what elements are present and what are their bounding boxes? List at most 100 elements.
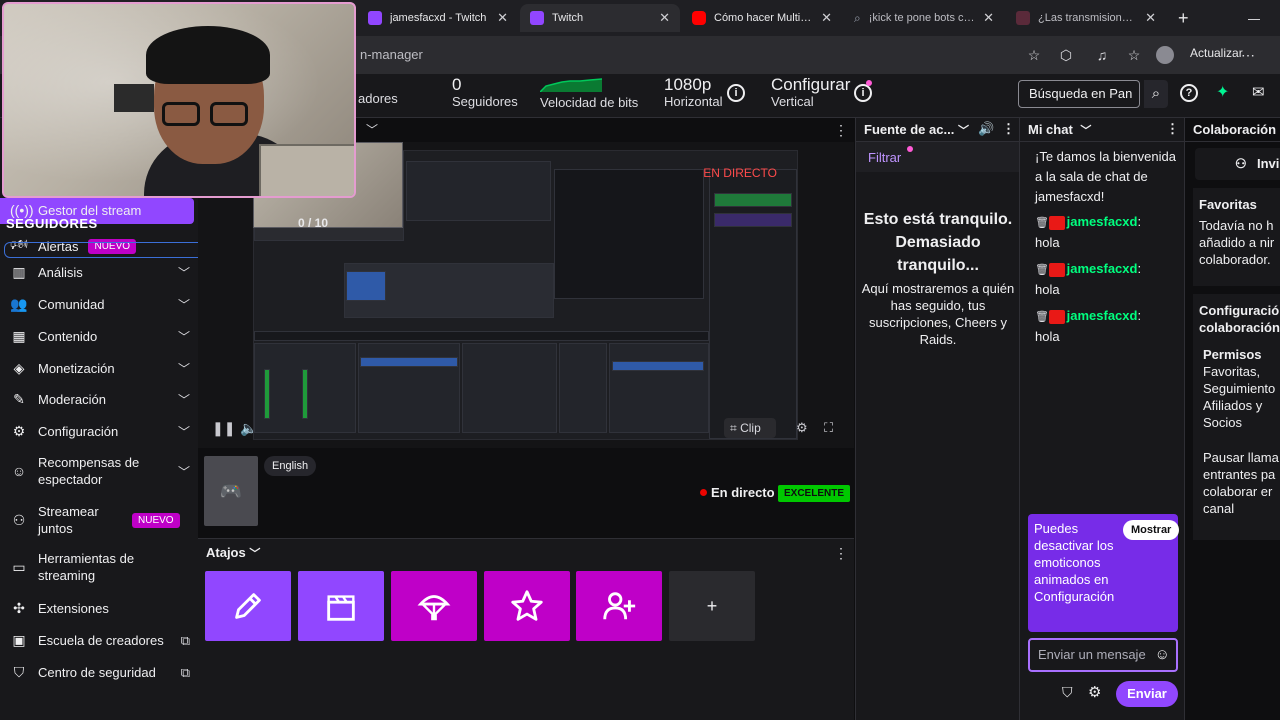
tab-title: jamesfacxd - Twitch bbox=[390, 12, 487, 24]
inbox-icon[interactable]: ✉ bbox=[1252, 83, 1265, 101]
browser-tab-3[interactable]: Cómo hacer MultiStrea ✕ bbox=[682, 4, 842, 32]
sidebar-item-monetization[interactable]: ◈ Monetización ﹀ bbox=[10, 360, 190, 377]
search-icon[interactable]: ⌕ bbox=[1144, 80, 1168, 108]
sidebar-item-streaming-tools[interactable]: ▭ Herramientas de streaming bbox=[10, 550, 190, 584]
new-tab-button[interactable]: + bbox=[1168, 4, 1194, 32]
gear-icon[interactable]: ⚙ bbox=[1088, 683, 1101, 701]
info-icon[interactable]: i bbox=[854, 84, 872, 102]
language-tag[interactable]: English bbox=[264, 456, 317, 476]
chevron-down-icon[interactable]: ﹀ bbox=[366, 121, 378, 138]
browser-tab-5[interactable]: ¿Las transmisiones de M ✕ bbox=[1006, 4, 1166, 32]
pause-icon[interactable]: ❚❚ bbox=[212, 420, 235, 437]
minimize-icon[interactable]: — bbox=[1238, 4, 1260, 32]
live-dot bbox=[700, 489, 707, 496]
more-vertical-icon[interactable]: ⋮ bbox=[1166, 121, 1179, 137]
browser-tab-4[interactable]: ⌕ ¡kick te pone bots cuan ✕ bbox=[844, 4, 1004, 32]
send-button[interactable]: Enviar bbox=[1116, 681, 1178, 707]
invite-label: Invi bbox=[1257, 156, 1280, 171]
more-vertical-icon[interactable]: ⋮ bbox=[834, 545, 848, 562]
chat-username[interactable]: jamesfacxd bbox=[1067, 261, 1138, 276]
chevron-down-icon[interactable]: ﹀ bbox=[1080, 125, 1091, 137]
sidebar-item-community[interactable]: 👥 Comunidad ﹀ bbox=[10, 296, 190, 313]
media-icon[interactable]: ♫ bbox=[1092, 45, 1112, 65]
fullscreen-icon[interactable]: ⛶ bbox=[824, 420, 833, 436]
chevron-down-icon[interactable]: ﹀ bbox=[958, 122, 969, 138]
sidebar-item-label: Recompensas de espectador bbox=[38, 455, 140, 487]
settings-icon[interactable]: ⚙ bbox=[796, 420, 808, 436]
volume-icon[interactable]: 🔊 bbox=[978, 121, 994, 137]
webcam-overlay bbox=[2, 2, 356, 198]
shield-icon: ⛉ bbox=[13, 664, 25, 680]
twitch-icon bbox=[530, 11, 544, 25]
sidebar-item-viewer-rewards[interactable]: ☺ Recompensas de espectador ﹀ bbox=[10, 454, 190, 488]
show-button[interactable]: Mostrar bbox=[1123, 520, 1180, 540]
url-field[interactable]: n-manager bbox=[360, 42, 1060, 68]
tab-title: ¡kick te pone bots cuan bbox=[868, 12, 976, 24]
obs-live-label: EN DIRECTO bbox=[703, 166, 777, 180]
chevron-down-icon: ﹀ bbox=[177, 330, 190, 344]
sidebar-item-analytics[interactable]: ▥ Análisis ﹀ bbox=[10, 264, 190, 281]
delete-icon[interactable]: 🗑 bbox=[1035, 213, 1049, 233]
star-icon[interactable]: ☆ bbox=[1024, 45, 1044, 65]
close-icon[interactable]: ✕ bbox=[497, 10, 508, 26]
favorites-icon[interactable]: ☆ bbox=[1124, 45, 1144, 65]
search-input[interactable]: Búsqueda en Pan bbox=[1018, 80, 1140, 108]
quick-actions-title[interactable]: Atajos ﹀ bbox=[206, 545, 260, 561]
vertical-config-stat[interactable]: Configurar Vertical bbox=[771, 76, 850, 108]
sidebar-item-moderation[interactable]: ✎ Moderación ﹀ bbox=[10, 391, 190, 408]
resolution-value: 1080p bbox=[664, 75, 712, 94]
wall-frame bbox=[114, 84, 154, 112]
sidebar-item-creator-camp[interactable]: ▣ Escuela de creadores ⧉ bbox=[10, 632, 190, 649]
clip-shortcut-button[interactable] bbox=[298, 571, 384, 641]
emote-picker-icon[interactable]: ☺ bbox=[1155, 646, 1170, 663]
highlight-shortcut-button[interactable] bbox=[484, 571, 570, 641]
chat-header: Mi chat ﹀ ⋮ bbox=[1020, 118, 1184, 142]
favorites-card: Favoritas Todavía no h añadido a nir col… bbox=[1193, 188, 1280, 286]
sidebar-item-stream-together[interactable]: ⚇ Streamear juntos NUEVO bbox=[10, 503, 190, 537]
clip-button[interactable]: ⌗ Clip bbox=[724, 418, 776, 438]
sidebar-item-content[interactable]: ▦ Contenido ﹀ bbox=[10, 328, 190, 345]
sidebar-item-settings[interactable]: ⚙ Configuración ﹀ bbox=[10, 423, 190, 440]
stream-info: 🎮 English En directo EXCELENTE bbox=[198, 448, 854, 534]
volume-icon[interactable]: 🔈 bbox=[240, 420, 257, 437]
followers-stat[interactable]: 0 Seguidores bbox=[452, 76, 518, 108]
shield-icon[interactable]: ⛉ bbox=[1062, 684, 1073, 701]
add-shortcut-button[interactable]: + bbox=[669, 571, 755, 641]
chat-input[interactable]: Enviar un mensaje ☺ bbox=[1028, 638, 1178, 672]
ad-shortcut-button[interactable] bbox=[391, 571, 477, 641]
category-thumbnail[interactable]: 🎮 bbox=[204, 456, 258, 526]
permissions-title: Permisos bbox=[1203, 347, 1262, 362]
raid-shortcut-button[interactable] bbox=[576, 571, 662, 641]
info-icon[interactable]: i bbox=[727, 84, 745, 102]
close-icon[interactable]: ✕ bbox=[983, 10, 994, 26]
sidebar-item-label: Streamear juntos bbox=[38, 504, 99, 536]
resolution-stat[interactable]: 1080p Horizontal bbox=[664, 76, 723, 108]
close-icon[interactable]: ✕ bbox=[659, 10, 670, 26]
more-icon[interactable]: ⋯ bbox=[1238, 45, 1258, 65]
more-vertical-icon[interactable]: ⋮ bbox=[834, 122, 848, 139]
bitrate-graph bbox=[539, 78, 603, 93]
rewards-icon: ☺ bbox=[11, 463, 27, 479]
more-vertical-icon[interactable]: ⋮ bbox=[1002, 121, 1015, 137]
delete-icon[interactable]: 🗑 bbox=[1035, 260, 1049, 280]
edit-stream-info-button[interactable] bbox=[205, 571, 291, 641]
page-icon bbox=[1016, 11, 1030, 25]
invite-button[interactable]: ⚇ Invi bbox=[1195, 148, 1280, 180]
profile-avatar[interactable] bbox=[1156, 46, 1174, 64]
delete-icon[interactable]: 🗑 bbox=[1035, 307, 1049, 327]
sidebar-item-extensions[interactable]: ✣ Extensiones bbox=[10, 600, 190, 617]
bitrate-stat[interactable]: Velocidad de bits bbox=[539, 76, 638, 109]
filter-button[interactable]: Filtrar bbox=[868, 150, 901, 165]
browser-tab-2[interactable]: Twitch ✕ bbox=[520, 4, 680, 32]
help-icon[interactable]: ? bbox=[1180, 84, 1198, 102]
chat-username[interactable]: jamesfacxd bbox=[1067, 214, 1138, 229]
broadcaster-badge-icon bbox=[1048, 262, 1065, 277]
close-icon[interactable]: ✕ bbox=[1145, 10, 1156, 26]
chat-username[interactable]: jamesfacxd bbox=[1067, 308, 1138, 323]
extension-icon[interactable]: ⬡ bbox=[1056, 45, 1076, 65]
close-icon[interactable]: ✕ bbox=[821, 10, 832, 26]
browser-tab-1[interactable]: jamesfacxd - Twitch ✕ bbox=[358, 4, 518, 32]
sparkle-icon[interactable]: ✦ bbox=[1216, 82, 1229, 102]
sidebar-item-safety-center[interactable]: ⛉ Centro de seguridad ⧉ bbox=[10, 664, 190, 681]
update-button[interactable]: Actualizar bbox=[1190, 46, 1243, 60]
